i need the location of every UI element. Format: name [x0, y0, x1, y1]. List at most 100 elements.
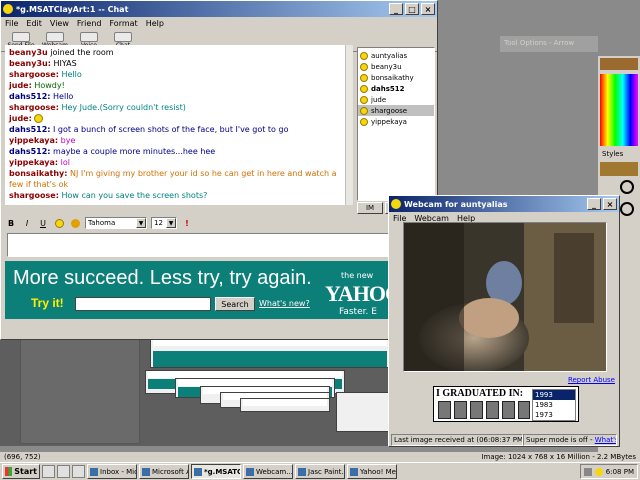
quicklaunch-ie-icon[interactable] — [42, 465, 55, 478]
bold-button[interactable]: B — [5, 217, 17, 229]
message-nick[interactable]: yippekaya: — [9, 158, 58, 167]
message-nick[interactable]: beany3u — [9, 48, 48, 57]
maximize-button[interactable]: □ — [405, 3, 419, 15]
taskbar-task-button[interactable]: Jasc Paint... — [295, 464, 345, 479]
font-select[interactable]: Tahoma ▼ — [85, 217, 147, 229]
font-size-value: 12 — [154, 219, 163, 227]
yahoo-ad-banner[interactable]: More succeed. Less try, try again. Try i… — [5, 261, 393, 319]
webcam-titlebar[interactable]: Webcam for auntyalias _ × — [389, 196, 619, 212]
tray-icon[interactable] — [583, 467, 592, 476]
chat-message: jude: — [9, 113, 349, 124]
minimize-button[interactable]: _ — [587, 198, 601, 210]
webcam-window[interactable]: Webcam for auntyalias _ × File Webcam Help… — [388, 195, 620, 447]
chevron-down-icon[interactable]: ▼ — [166, 218, 176, 228]
user-name: bonsaikathy — [371, 73, 414, 82]
graduation-year-list[interactable]: 1993 1983 1973 — [532, 389, 576, 421]
chat-scrollbar[interactable] — [345, 45, 353, 205]
color-button[interactable] — [69, 217, 81, 229]
menu-file[interactable]: File — [5, 19, 18, 28]
color-spectrum[interactable] — [600, 74, 638, 146]
message-nick[interactable]: jude: — [9, 114, 32, 123]
user-list-item[interactable]: shargoose — [358, 105, 434, 116]
message-nick[interactable]: shargoose: — [9, 191, 59, 200]
task-label: *g.MSATCl... — [204, 467, 240, 476]
super-mode-text: Super mode is off - — [526, 436, 593, 444]
no-style-icon[interactable] — [620, 180, 634, 194]
underline-button[interactable]: U — [37, 217, 49, 229]
room-user-list[interactable]: auntyalias beany3u bonsaikathy dahs512 jude s… — [357, 47, 435, 201]
message-nick[interactable]: dahs512: — [9, 147, 50, 156]
graduation-year-option[interactable]: 1993 — [533, 390, 575, 400]
message-nick[interactable]: dahs512: — [9, 125, 50, 134]
menu-edit[interactable]: Edit — [26, 19, 42, 28]
message-nick[interactable]: beany3u: — [9, 59, 51, 68]
windows-taskbar: Start Inbox - Mic... Microsoft A... *g.MSA… — [0, 462, 640, 480]
message-nick[interactable]: shargoose: — [9, 70, 59, 79]
taskbar-task-button[interactable]: Webcam... — [243, 464, 293, 479]
start-label: Start — [14, 467, 37, 476]
graduation-ad[interactable]: I GRADUATED IN: 1993 1983 1973 — [433, 386, 579, 422]
menu-help[interactable]: Help — [146, 19, 164, 28]
taskbar-task-button[interactable]: *g.MSATCl... — [191, 464, 241, 479]
quicklaunch-desktop-icon[interactable] — [57, 465, 70, 478]
im-button[interactable]: IM — [357, 202, 383, 214]
close-button[interactable]: × — [603, 198, 617, 210]
yahoo-tray-icon[interactable] — [594, 467, 603, 476]
whats-this-link[interactable]: What's this? — [595, 436, 616, 444]
smiley-button[interactable] — [53, 217, 65, 229]
ad-search-button[interactable]: Search — [215, 297, 255, 311]
chat-message-input[interactable] — [7, 233, 395, 257]
user-list-item[interactable]: jude — [358, 94, 434, 105]
style-swatch[interactable] — [600, 162, 638, 176]
chat-message-log[interactable]: beany3u joined the room beany3u: HIYAS sha… — [5, 45, 353, 205]
graduation-year-option[interactable]: 1973 — [533, 410, 575, 420]
task-label: Inbox - Mic... — [100, 467, 137, 476]
ad-search-input[interactable] — [75, 297, 211, 311]
task-list: Inbox - Mic... Microsoft A... *g.MSATCl...… — [87, 464, 397, 479]
menu-view[interactable]: View — [50, 19, 69, 28]
taskbar-task-button[interactable]: Inbox - Mic... — [87, 464, 137, 479]
image-canvas[interactable] — [0, 326, 410, 446]
taskbar-task-button[interactable]: Yahoo! Me... — [347, 464, 397, 479]
quicklaunch-outlook-icon[interactable] — [72, 465, 85, 478]
user-list-item[interactable]: yippekaya — [358, 116, 434, 127]
tool-options-titlebar[interactable]: Tool Options - Arrow — [500, 36, 598, 52]
alert-icon[interactable]: ! — [181, 217, 193, 229]
font-size-select[interactable]: 12 ▼ — [151, 217, 177, 229]
user-list-item[interactable]: beany3u — [358, 61, 434, 72]
user-list-item[interactable]: bonsaikathy — [358, 72, 434, 83]
user-list-item[interactable]: dahs512 — [358, 83, 434, 94]
ad-whats-new-link[interactable]: What's new? — [259, 299, 310, 308]
chevron-down-icon[interactable]: ▼ — [136, 218, 146, 228]
chat-window[interactable]: *g.MSATClayArt:1 -- Chat _ □ × File Edit V… — [0, 0, 438, 340]
chat-message: shargoose: How can you save the screen s… — [9, 190, 349, 201]
start-button[interactable]: Start — [2, 464, 40, 479]
menu-format[interactable]: Format — [109, 19, 137, 28]
message-nick[interactable]: bonsaikathy: — [9, 169, 67, 178]
user-status-icon — [360, 95, 368, 104]
menu-friend[interactable]: Friend — [77, 19, 102, 28]
user-status-icon — [360, 84, 368, 93]
close-button[interactable]: × — [421, 3, 435, 15]
yearbook-photo — [454, 401, 467, 419]
clock[interactable]: 6:08 PM — [606, 468, 634, 476]
cursor-coordinates: (696, 752) — [4, 453, 41, 461]
message-nick[interactable]: yippekaya: — [9, 136, 58, 145]
taskbar-task-button[interactable]: Microsoft A... — [139, 464, 189, 479]
minimize-button[interactable]: _ — [389, 3, 403, 15]
voice-icon — [80, 32, 98, 42]
webcam-statusbar: Last image received at (06:08:37 PM) Sup… — [391, 434, 617, 446]
message-text: How can you save the screen shots? — [61, 191, 208, 200]
italic-button[interactable]: I — [21, 217, 33, 229]
user-list-item[interactable]: auntyalias — [358, 50, 434, 61]
color-swatch[interactable] — [600, 58, 638, 70]
graduation-year-option[interactable]: 1983 — [533, 400, 575, 410]
message-nick[interactable]: dahs512: — [9, 92, 50, 101]
message-nick[interactable]: shargoose: — [9, 103, 59, 112]
report-abuse-link[interactable]: Report Abuse — [568, 376, 615, 384]
chat-titlebar[interactable]: *g.MSATClayArt:1 -- Chat _ □ × — [1, 1, 437, 17]
message-nick[interactable]: jude: — [9, 81, 32, 90]
yearbook-photo — [518, 401, 530, 419]
ad-try-it: Try it! — [31, 296, 64, 310]
no-texture-icon[interactable] — [620, 202, 634, 216]
